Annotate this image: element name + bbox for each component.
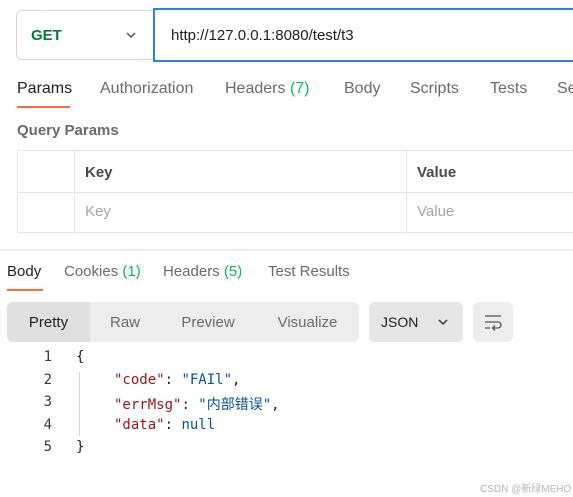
code-line: 2 "code": "FAIl", bbox=[0, 372, 573, 394]
watermark: CSDN @新绿MEHO bbox=[480, 484, 572, 495]
tab-authorization[interactable]: Authorization bbox=[100, 80, 193, 98]
method-select[interactable]: GET bbox=[16, 10, 153, 60]
view-visualize-button[interactable]: Visualize bbox=[256, 302, 359, 342]
query-params-title: Query Params bbox=[17, 122, 119, 139]
cookies-count: (1) bbox=[122, 263, 141, 280]
code-line: 3 "errMsg": "内部错误", bbox=[0, 394, 573, 416]
query-params-table: Key Value Key Value bbox=[17, 150, 573, 234]
view-mode-switcher: Pretty Raw Preview Visualize bbox=[7, 302, 359, 342]
json-key: "errMsg" bbox=[114, 397, 182, 413]
line-number: 5 bbox=[43, 439, 52, 455]
response-headers-count: (5) bbox=[223, 263, 243, 280]
format-label: JSON bbox=[381, 314, 419, 330]
response-tab-cookies[interactable]: Cookies (1) bbox=[64, 263, 141, 280]
value-input[interactable]: Value bbox=[417, 203, 454, 220]
url-input[interactable]: http://127.0.0.1:8080/test/t3 bbox=[153, 8, 573, 62]
chevron-down-icon bbox=[438, 319, 448, 326]
tab-tests[interactable]: Tests bbox=[490, 80, 527, 98]
code-line: 5 } bbox=[0, 439, 573, 461]
headers-count: (7) bbox=[289, 80, 310, 97]
json-key: "code" bbox=[114, 372, 165, 388]
line-number: 3 bbox=[43, 394, 52, 410]
wrap-lines-icon bbox=[485, 315, 502, 331]
json-key: "data" bbox=[114, 417, 165, 433]
wrap-lines-button[interactable] bbox=[473, 302, 513, 342]
tab-params[interactable]: Params bbox=[17, 80, 72, 98]
code-line: 4 "data": null bbox=[0, 417, 573, 439]
line-number: 1 bbox=[43, 349, 52, 365]
line-number: 4 bbox=[43, 417, 52, 433]
column-header-value: Value bbox=[417, 164, 457, 181]
tab-headers[interactable]: Headers (7) bbox=[225, 80, 310, 98]
view-raw-button[interactable]: Raw bbox=[90, 302, 160, 342]
indent-guide bbox=[79, 372, 80, 436]
request-tabs: Params Authorization Headers (7) Body Sc… bbox=[0, 78, 573, 110]
url-text: http://127.0.0.1:8080/test/t3 bbox=[171, 26, 354, 44]
key-input[interactable]: Key bbox=[85, 203, 111, 220]
tab-settings[interactable]: Se bbox=[557, 80, 573, 98]
tab-body[interactable]: Body bbox=[344, 80, 380, 98]
chevron-down-icon bbox=[126, 32, 136, 39]
code-line: 1 { bbox=[0, 349, 573, 371]
response-tab-headers[interactable]: Headers (5) bbox=[163, 263, 242, 280]
json-value: "内部错误" bbox=[198, 397, 272, 413]
code-token: { bbox=[76, 349, 85, 365]
code-token: } bbox=[76, 439, 85, 455]
active-response-tab-indicator bbox=[7, 289, 43, 291]
pane-divider[interactable] bbox=[0, 249, 573, 251]
active-tab-indicator bbox=[17, 106, 70, 108]
tab-scripts[interactable]: Scripts bbox=[410, 80, 459, 98]
response-tab-test-results[interactable]: Test Results bbox=[268, 263, 350, 280]
json-value: null bbox=[181, 417, 216, 433]
view-preview-button[interactable]: Preview bbox=[160, 302, 256, 342]
table-divider bbox=[18, 192, 573, 193]
column-header-key: Key bbox=[85, 164, 113, 181]
response-tab-body[interactable]: Body bbox=[7, 263, 41, 280]
method-label: GET bbox=[31, 26, 62, 44]
format-select[interactable]: JSON bbox=[369, 302, 463, 342]
view-pretty-button[interactable]: Pretty bbox=[7, 302, 90, 342]
line-number: 2 bbox=[43, 372, 52, 388]
json-value: "FAIl" bbox=[181, 372, 233, 388]
